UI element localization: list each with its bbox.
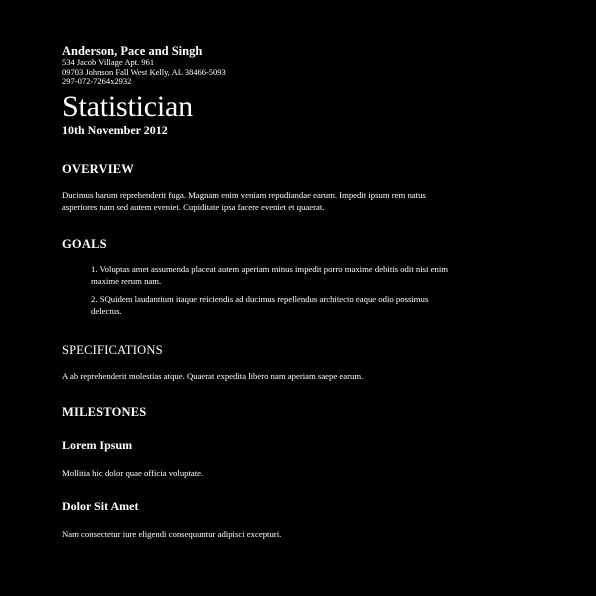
milestones-heading: MILESTONES xyxy=(62,404,147,419)
phone-number: 297-072-7264x2932 xyxy=(62,76,132,86)
document-page: Anderson, Pace and Singh 534 Jacob Villa… xyxy=(62,44,452,540)
milestone-title: Lorem Ipsum xyxy=(62,437,133,452)
overview-heading: OVERVIEW xyxy=(62,161,135,176)
milestone-title: Dolor Sit Amet xyxy=(62,498,139,513)
goals-heading: GOALS xyxy=(62,236,107,251)
overview-text: Ducimus harum reprehenderit fuga. Magnam… xyxy=(62,189,426,212)
specifications-heading: SPECIFICATIONS xyxy=(62,342,163,357)
document-date: 10th November 2012 xyxy=(62,122,168,137)
goals-list: 1. Voluptas amet assumenda placeat autem… xyxy=(62,263,452,317)
milestone-text: Nam consectetur iure eligendi consequunt… xyxy=(62,528,282,539)
goal-item: 2. SQuidem laudantium itaque reiciendis … xyxy=(91,293,429,316)
company-header: Anderson, Pace and Singh 534 Jacob Villa… xyxy=(62,44,452,87)
document-title: Statistician xyxy=(62,89,193,123)
goal-item: 1. Voluptas amet assumenda placeat autem… xyxy=(91,263,448,286)
specifications-text: A ab reprehenderit molestias atque. Quae… xyxy=(62,370,364,381)
company-name: Anderson, Pace and Singh xyxy=(62,44,203,58)
milestone-text: Mollitia hic dolor quae officia voluptat… xyxy=(62,467,204,478)
